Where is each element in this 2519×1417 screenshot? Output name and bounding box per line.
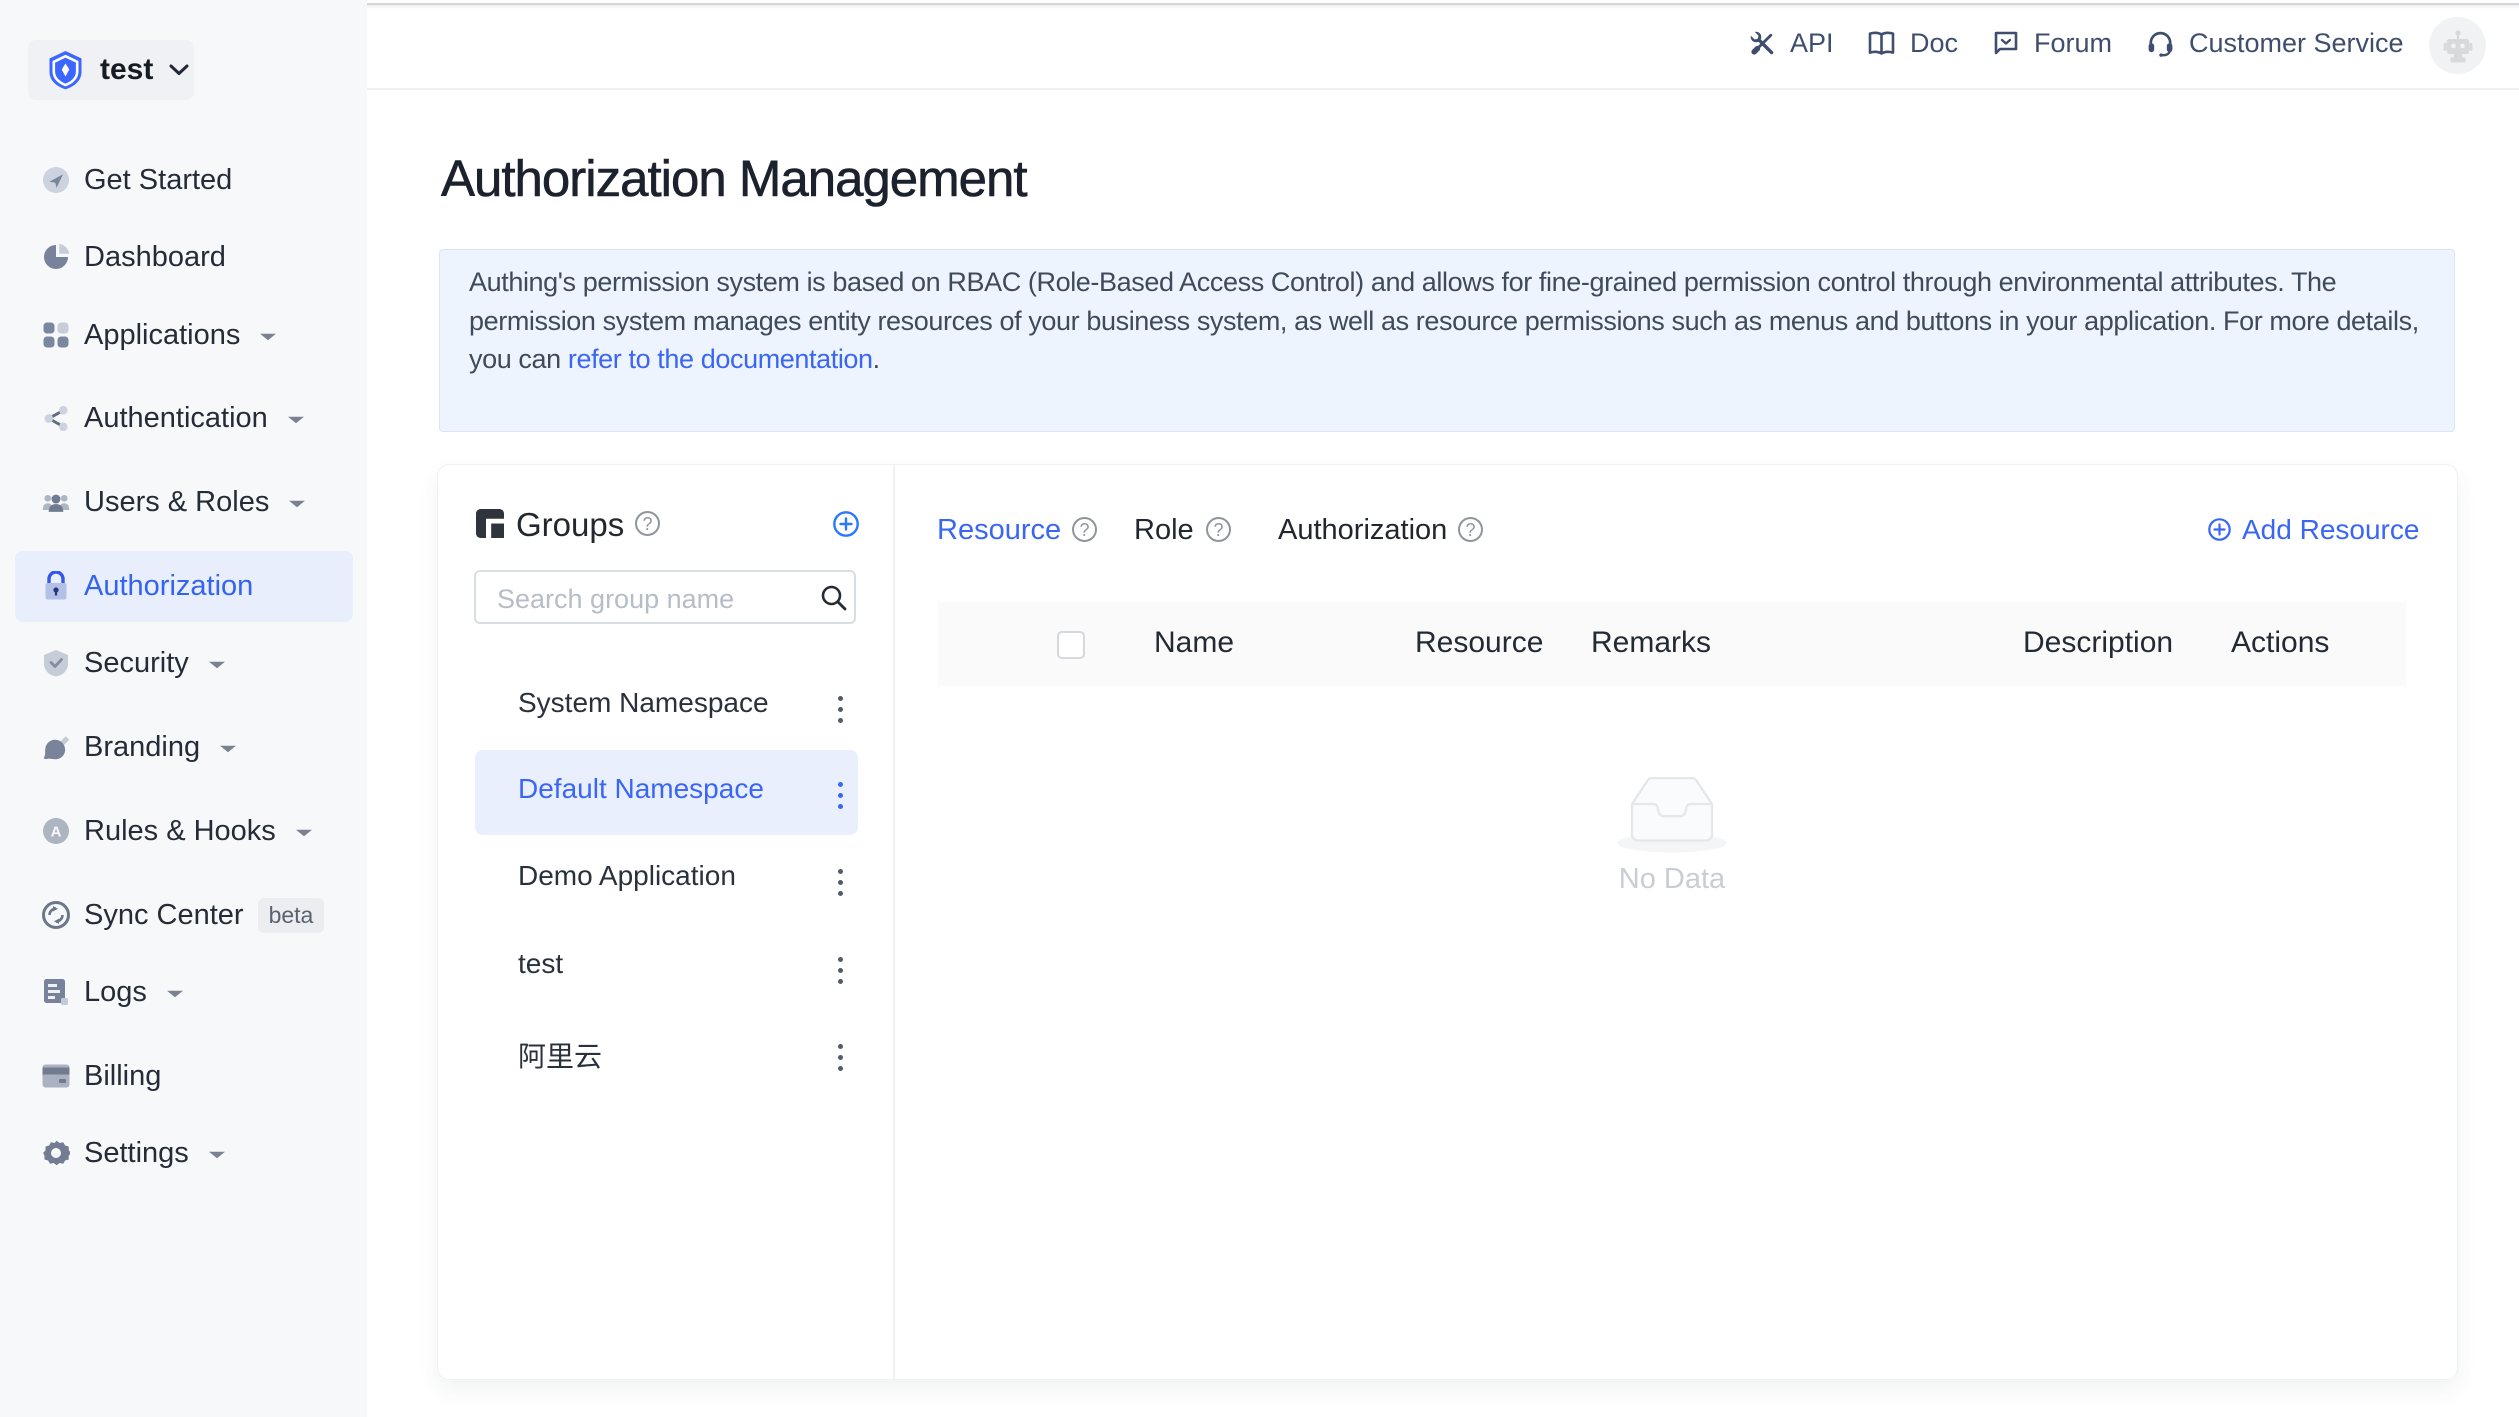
svg-text:A: A <box>51 824 62 841</box>
